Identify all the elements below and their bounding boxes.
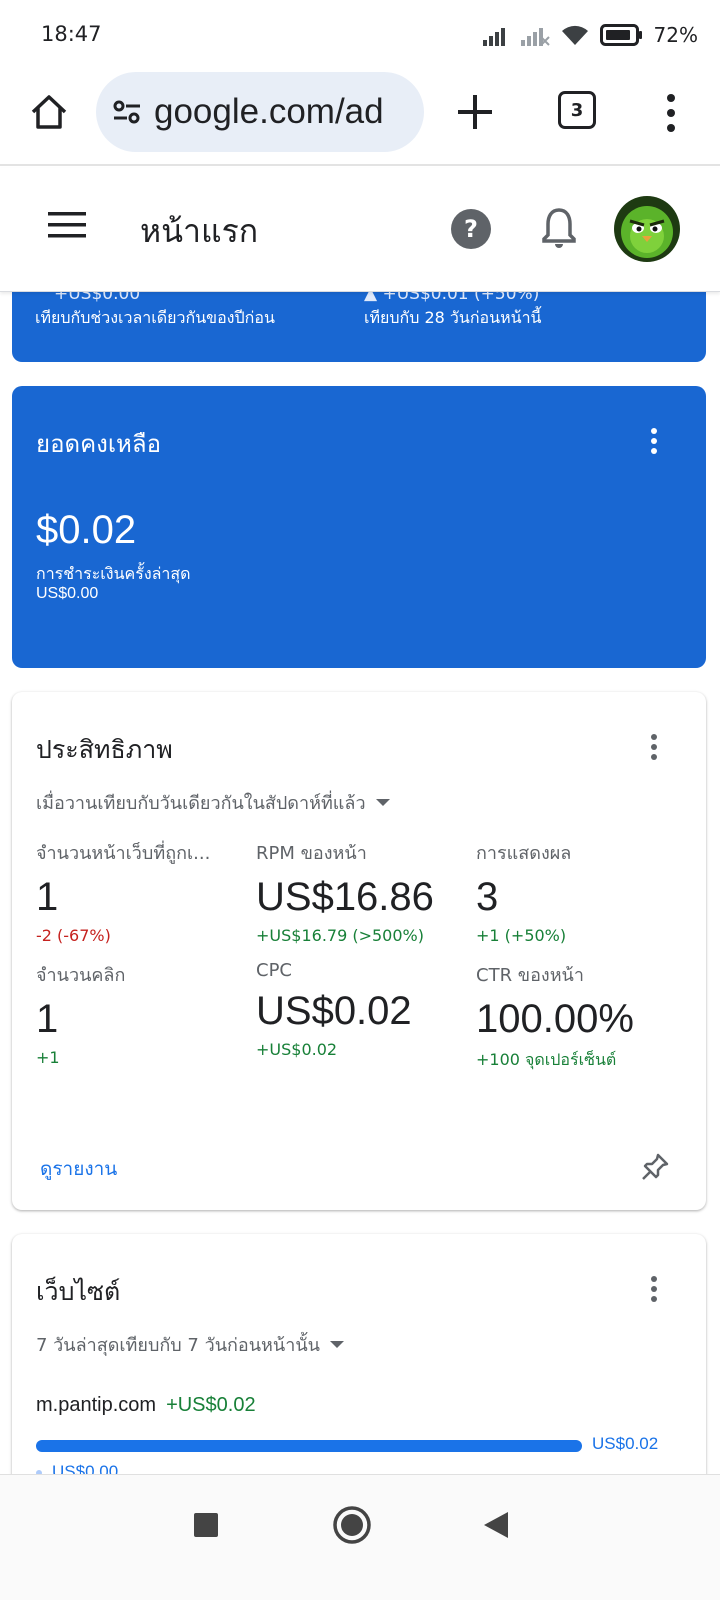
sites-title: เว็บไซต์ [36, 1277, 121, 1306]
avatar-image [614, 196, 680, 262]
status-bar: 18:47 72% [0, 0, 720, 70]
chevron-down-icon [375, 799, 390, 806]
recents-icon [194, 1513, 218, 1537]
metric-change: -2 (-67%) [36, 926, 111, 945]
url-text: google.com/ad [154, 92, 384, 131]
site-earnings-bar-fill [36, 1440, 582, 1452]
metric-value: 3 [476, 875, 499, 919]
battery-icon [599, 24, 642, 46]
system-nav-bar [0, 1474, 720, 1600]
metric-page-ctr: CTR ของหน้า 100.00% +100 จุดเปอร์เซ็นต์ [476, 960, 696, 1073]
performance-title: ประสิทธิภาพ [36, 735, 173, 764]
metric-change: +1 (+50%) [476, 926, 567, 945]
browser-menu-icon[interactable] [656, 90, 686, 136]
wifi-icon [561, 25, 588, 45]
home-icon [31, 95, 67, 129]
chevron-down-icon [329, 1341, 344, 1348]
metric-cpc: CPC US$0.02 +US$0.02 [256, 960, 466, 1059]
site-current-value: US$0.02 [592, 1434, 659, 1453]
metric-label: CTR ของหน้า [476, 965, 584, 986]
performance-more-icon[interactable] [642, 732, 666, 762]
metric-label: จำนวนคลิก [36, 965, 126, 986]
site-settings-icon[interactable] [110, 95, 144, 129]
balance-title: ยอดคงเหลือ [36, 430, 161, 458]
back-button[interactable] [474, 1503, 518, 1547]
last-payment-label: การชำระเงินครั้งล่าสุด [36, 564, 191, 583]
metric-change: +US$0.02 [256, 1040, 338, 1059]
home-circle-icon [333, 1506, 371, 1544]
metric-value: 100.00% [476, 997, 634, 1041]
avatar[interactable] [614, 196, 680, 262]
metric-label: การแสดงผล [476, 843, 572, 864]
last-payment-value: US$0.00 [36, 585, 99, 602]
help-icon[interactable]: ? [450, 208, 492, 250]
summary-yoy-value: +US$0.00 [54, 292, 141, 304]
metric-value: 1 [36, 875, 59, 919]
summary-28d-value: ▲ +US$0.01 (+50%) [364, 292, 540, 304]
metric-page-rpm: RPM ของหน้า US$16.86 +US$16.79 (>500%) [256, 838, 466, 945]
signal-off-icon [520, 28, 550, 46]
site-change: +US$0.02 [166, 1394, 256, 1416]
status-time: 18:47 [41, 22, 102, 46]
page-title: หน้าแรก [140, 212, 259, 250]
metric-change: +US$16.79 (>500%) [256, 926, 424, 945]
signal-icon [482, 28, 505, 46]
performance-range-label: เมื่อวานเทียบกับวันเดียวกันในสัปดาห์ที่แ… [36, 793, 366, 814]
metric-value: 1 [36, 997, 59, 1041]
metric-page-views: จำนวนหน้าเว็บที่ถูกเ... 1 -2 (-67%) [36, 838, 246, 945]
app-header: หน้าแรก ? [0, 168, 720, 292]
metric-change: +100 จุดเปอร์เซ็นต์ [476, 1050, 617, 1069]
metric-label: RPM ของหน้า [256, 843, 367, 864]
home-button[interactable] [27, 90, 71, 134]
pin-icon[interactable] [640, 1152, 670, 1182]
tab-switcher-button[interactable]: 3 [558, 91, 596, 129]
main-content[interactable]: +US$0.00 เทียบกับช่วงเวลาเดียวกันของปีก่… [0, 292, 720, 1502]
balance-amount: $0.02 [36, 508, 137, 552]
address-bar[interactable]: google.com/ad [96, 72, 424, 152]
site-row[interactable]: m.pantip.com +US$0.02 [36, 1394, 256, 1417]
browser-toolbar: google.com/ad 3 [0, 70, 720, 166]
site-earnings-bar [36, 1440, 582, 1452]
performance-card: ประสิทธิภาพ เมื่อวานเทียบกับวันเดียวกันใ… [12, 692, 706, 1210]
notifications-icon[interactable] [540, 206, 578, 250]
home-nav-button[interactable] [330, 1503, 374, 1547]
balance-more-icon[interactable] [642, 426, 666, 456]
status-icons: 72% [482, 20, 698, 50]
sites-card: เว็บไซต์ 7 วันล่าสุดเทียบกับ 7 วันก่อนหน… [12, 1234, 706, 1502]
metric-value: US$0.02 [256, 989, 412, 1033]
metric-label: จำนวนหน้าเว็บที่ถูกเ... [36, 843, 211, 864]
summary-yoy-desc: เทียบกับช่วงเวลาเดียวกันของปีก่อน [35, 308, 275, 327]
sites-more-icon[interactable] [642, 1274, 666, 1304]
sites-range-label: 7 วันล่าสุดเทียบกับ 7 วันก่อนหน้านั้น [36, 1335, 320, 1356]
balance-card: ยอดคงเหลือ $0.02 การชำระเงินครั้งล่าสุด … [12, 386, 706, 668]
hamburger-menu-icon[interactable] [48, 210, 86, 240]
earnings-summary-card: +US$0.00 เทียบกับช่วงเวลาเดียวกันของปีก่… [12, 292, 706, 362]
metric-impressions: การแสดงผล 3 +1 (+50%) [476, 838, 686, 945]
recents-button[interactable] [184, 1503, 228, 1547]
site-name: m.pantip.com [36, 1394, 157, 1416]
back-icon [484, 1512, 508, 1538]
metric-change: +1 [36, 1048, 60, 1067]
svg-text:?: ? [464, 215, 478, 243]
summary-28d-desc: เทียบกับ 28 วันก่อนหน้านี้ [364, 308, 542, 327]
sites-range-dropdown[interactable]: 7 วันล่าสุดเทียบกับ 7 วันก่อนหน้านั้น [36, 1330, 344, 1359]
new-tab-icon[interactable] [452, 89, 498, 135]
view-report-link[interactable]: ดูรายงาน [40, 1154, 117, 1184]
metric-clicks: จำนวนคลิก 1 +1 [36, 960, 246, 1067]
battery-percent: 72% [653, 23, 698, 47]
metric-label: CPC [256, 960, 292, 981]
metric-value: US$16.86 [256, 875, 434, 919]
performance-range-dropdown[interactable]: เมื่อวานเทียบกับวันเดียวกันในสัปดาห์ที่แ… [36, 788, 390, 817]
